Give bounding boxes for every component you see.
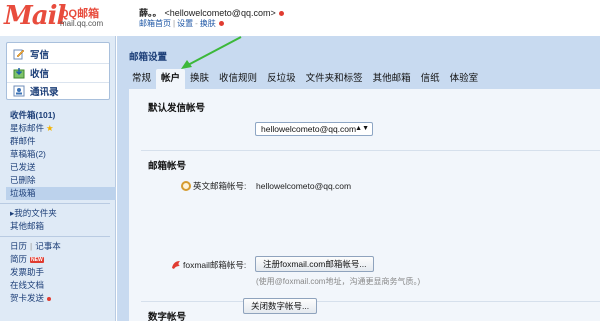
tab-labs[interactable]: 体验室	[445, 69, 484, 89]
compose-button[interactable]: 写信	[13, 46, 105, 62]
notes-link[interactable]: 记事本	[35, 241, 61, 251]
tab-skin[interactable]: 换肤	[185, 69, 214, 89]
sidebar-divider	[0, 236, 110, 237]
section-digital-account-title: 数字帐号	[148, 312, 187, 321]
calendar-notes-row: 日历 | 记事本	[6, 240, 116, 253]
english-account-label-row: 英文邮箱帐号:	[181, 180, 246, 192]
other-mailbox-link[interactable]: 其他邮箱	[6, 220, 116, 233]
foxmail-account-label: foxmail邮箱帐号:	[183, 260, 247, 270]
folder-spam[interactable]: 垃圾箱	[6, 187, 116, 200]
settings-main: 邮箱设置 常规 帐户 换肤 收信规则 反垃圾 文件夹和标签 其他邮箱 信纸 体验…	[117, 36, 600, 321]
register-foxmail-button[interactable]: 注册foxmail.com邮箱帐号...	[255, 256, 375, 272]
header-links: 邮箱首页 | 设置 - 换肤	[139, 18, 224, 29]
foxmail-hint: (使用@foxmail.com地址，沟通更显商务气质。)	[256, 277, 421, 286]
top-header: Mail QQ邮箱 mail.qq.com 薛。。 <hellowelcometo…	[0, 0, 600, 36]
online-docs-link[interactable]: 在线文档	[6, 279, 116, 292]
tab-anti-spam[interactable]: 反垃圾	[262, 69, 301, 89]
link-separator: |	[173, 19, 176, 28]
folder-group-mail[interactable]: 群邮件	[6, 135, 116, 148]
contacts-label: 通讯录	[30, 87, 59, 98]
action-divider	[7, 63, 109, 64]
folder-deleted[interactable]: 已删除	[6, 174, 116, 187]
tab-account[interactable]: 帐户	[156, 69, 186, 89]
tab-general[interactable]: 常规	[127, 69, 156, 89]
folder-starred[interactable]: 星标邮件 ★	[6, 122, 116, 135]
user-email: <hellowelcometo@qq.com>	[164, 8, 276, 18]
page-title: 邮箱设置	[129, 52, 168, 63]
foxmail-account-label-row: foxmail邮箱帐号:	[171, 259, 246, 271]
tab-other-mailbox[interactable]: 其他邮箱	[368, 69, 416, 89]
account-settings-panel: 默认发信帐号 hellowelcometo@qq.com ▲▼ 邮箱帐号 英文邮…	[129, 89, 600, 321]
settings-tabs: 常规 帐户 换肤 收信规则 反垃圾 文件夹和标签 其他邮箱 信纸 体验室	[127, 69, 483, 89]
english-account-value: hellowelcometo@qq.com	[256, 181, 352, 191]
section-divider	[141, 301, 600, 302]
contacts-button[interactable]: 通讯录	[13, 83, 105, 99]
tab-receive-rules[interactable]: 收信规则	[214, 69, 262, 89]
sidebar: 写信 收信 通讯录 收件箱(101) 星标邮件 ★ 群邮件 草稿箱(2) 已发送 …	[0, 36, 116, 321]
resume-label: 简历	[10, 254, 28, 264]
folder-drafts[interactable]: 草稿箱(2)	[6, 148, 116, 161]
link-change-skin[interactable]: 换肤	[200, 19, 216, 28]
quick-actions: 写信 收信 通讯录	[6, 42, 110, 100]
link-mail-home[interactable]: 邮箱首页	[139, 19, 171, 28]
folder-sent[interactable]: 已发送	[6, 161, 116, 174]
my-folders-toggle[interactable]: ▸我的文件夹	[6, 207, 116, 220]
star-icon: ★	[46, 123, 54, 133]
greeting-card-label: 贺卡发送	[10, 293, 45, 303]
english-account-label: 英文邮箱帐号:	[193, 181, 247, 191]
invoice-assistant-link[interactable]: 发票助手	[6, 266, 116, 279]
chevron-down-icon: ▲▼	[355, 125, 369, 132]
logo-domain-text: mail.qq.com	[60, 19, 104, 28]
logo-mail-text: Mail	[4, 1, 66, 31]
default-sender-value: hellowelcometo@qq.com	[261, 124, 357, 134]
greeting-card-link[interactable]: 贺卡发送	[6, 292, 116, 305]
section-mail-accounts-title: 邮箱帐号	[148, 161, 187, 172]
section-divider	[141, 150, 600, 151]
notification-dot-icon	[47, 296, 52, 301]
inbox-icon	[13, 67, 25, 79]
receive-button[interactable]: 收信	[13, 65, 105, 81]
folder-starred-label: 星标邮件	[10, 123, 45, 133]
resume-link[interactable]: 简历 NEW	[6, 253, 116, 266]
skin-new-dot-icon	[218, 21, 224, 27]
tab-stationery[interactable]: 信纸	[416, 69, 445, 89]
folder-list: 收件箱(101) 星标邮件 ★ 群邮件 草稿箱(2) 已发送 已删除 垃圾箱 ▸我…	[0, 109, 116, 305]
tab-folders-labels[interactable]: 文件夹和标签	[301, 69, 368, 89]
link-settings[interactable]: 设置	[177, 19, 193, 28]
foxmail-icon	[171, 260, 181, 270]
default-sender-select[interactable]: hellowelcometo@qq.com ▲▼	[255, 122, 373, 136]
pencil-icon	[13, 48, 25, 60]
section-default-sender-title: 默认发信帐号	[148, 103, 206, 114]
contacts-icon	[13, 85, 25, 97]
qq-mail-logo[interactable]: Mail QQ邮箱 mail.qq.com	[4, 2, 104, 32]
compose-label: 写信	[30, 50, 50, 61]
link-separator: |	[30, 241, 33, 251]
english-account-icon	[181, 181, 191, 191]
user-name: 薛。。	[139, 8, 162, 18]
close-digital-account-button[interactable]: 关闭数字帐号...	[243, 298, 318, 314]
online-status-icon	[278, 11, 284, 17]
new-badge: NEW	[30, 256, 44, 263]
sidebar-divider	[0, 203, 110, 204]
receive-label: 收信	[30, 69, 50, 80]
link-separator: -	[195, 19, 198, 28]
calendar-link[interactable]: 日历	[10, 241, 27, 251]
folder-inbox[interactable]: 收件箱(101)	[6, 109, 116, 122]
